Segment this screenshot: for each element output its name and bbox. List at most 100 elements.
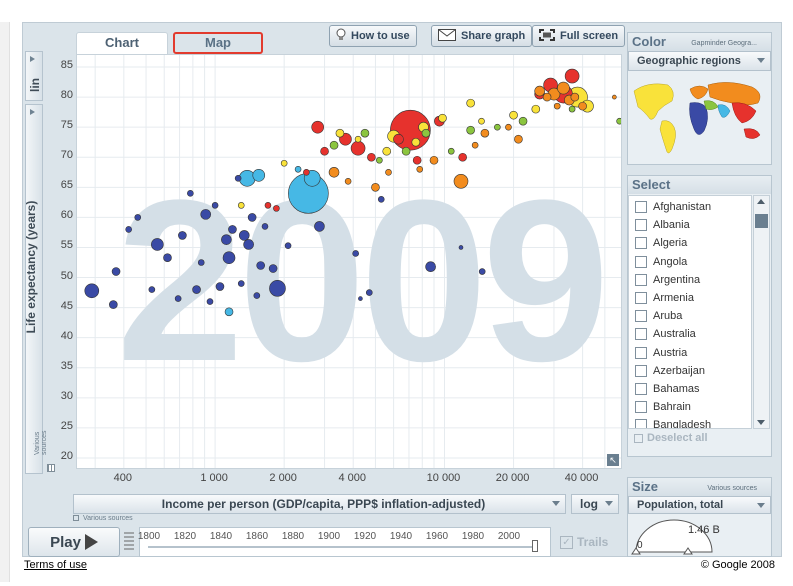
country-bubble[interactable] bbox=[570, 92, 580, 102]
country-bubble[interactable] bbox=[505, 123, 512, 131]
country-list-item[interactable]: Angola bbox=[629, 253, 751, 271]
checkbox-icon[interactable] bbox=[635, 419, 647, 428]
country-bubble[interactable] bbox=[252, 168, 266, 182]
country-list-item[interactable]: Azerbaijan bbox=[629, 362, 751, 380]
country-bubble[interactable] bbox=[280, 159, 288, 167]
country-bubble[interactable] bbox=[174, 295, 182, 302]
country-bubble[interactable] bbox=[438, 113, 447, 123]
country-list-item[interactable]: Albania bbox=[629, 216, 751, 234]
country-bubble[interactable] bbox=[222, 251, 236, 264]
various-sources-y[interactable]: Various sources bbox=[34, 415, 48, 455]
country-bubble[interactable] bbox=[237, 202, 245, 209]
terms-of-use-link[interactable]: Terms of use bbox=[24, 559, 87, 571]
country-bubble[interactable] bbox=[478, 268, 486, 275]
country-bubble[interactable] bbox=[320, 146, 329, 156]
checkbox-icon[interactable] bbox=[635, 382, 647, 395]
country-bubble[interactable] bbox=[247, 213, 257, 222]
country-bubble[interactable] bbox=[256, 261, 265, 270]
country-bubble[interactable] bbox=[534, 85, 545, 97]
country-bubble[interactable] bbox=[200, 209, 212, 220]
country-bubble[interactable] bbox=[354, 135, 362, 143]
country-bubble[interactable] bbox=[385, 168, 392, 176]
country-bubble[interactable] bbox=[612, 94, 617, 100]
country-bubble[interactable] bbox=[178, 231, 187, 240]
country-bubble[interactable] bbox=[416, 165, 424, 173]
year-timeline-slider[interactable]: 1800 1820 1840 1860 1880 1900 1920 1940 1960 1980… bbox=[138, 527, 551, 557]
country-bubble[interactable] bbox=[365, 289, 373, 296]
country-bubble[interactable] bbox=[447, 147, 455, 155]
country-list-item[interactable]: Argentina bbox=[629, 271, 751, 289]
country-bubble[interactable] bbox=[531, 104, 541, 114]
country-list-item[interactable]: Bahamas bbox=[629, 380, 751, 398]
country-bubble[interactable] bbox=[360, 128, 370, 138]
country-bubble[interactable] bbox=[421, 128, 431, 138]
country-bubble[interactable] bbox=[494, 123, 501, 131]
color-indicator-selector[interactable]: Geographic regions bbox=[628, 51, 771, 71]
country-bubble[interactable] bbox=[350, 140, 366, 156]
country-bubble[interactable] bbox=[466, 98, 475, 108]
size-indicator-selector[interactable]: Population, total bbox=[628, 496, 771, 514]
country-bubble[interactable] bbox=[393, 133, 404, 145]
country-bubble[interactable] bbox=[425, 261, 436, 273]
country-bubble[interactable] bbox=[382, 146, 392, 156]
country-bubble[interactable] bbox=[553, 102, 561, 110]
country-bubble[interactable] bbox=[187, 190, 194, 197]
various-sources-x[interactable]: Various sources bbox=[83, 515, 133, 522]
country-bubble[interactable] bbox=[192, 285, 201, 294]
country-list-item[interactable]: Bahrain bbox=[629, 398, 751, 416]
region-world-map[interactable] bbox=[628, 71, 771, 163]
country-bubble[interactable] bbox=[564, 68, 580, 84]
country-bubble[interactable] bbox=[134, 214, 142, 221]
checkbox-icon[interactable] bbox=[635, 328, 647, 341]
country-bubble[interactable] bbox=[221, 234, 232, 245]
country-bubble[interactable] bbox=[125, 226, 132, 233]
country-list-item[interactable]: Austria bbox=[629, 344, 751, 362]
country-bubble[interactable] bbox=[352, 250, 359, 257]
country-bubble[interactable] bbox=[367, 152, 376, 162]
share-graph-button[interactable]: Share graph bbox=[431, 25, 533, 47]
country-bubble[interactable] bbox=[371, 183, 380, 192]
country-bubble[interactable] bbox=[148, 286, 156, 293]
country-bubble[interactable] bbox=[518, 116, 528, 126]
checkbox-icon[interactable] bbox=[635, 219, 647, 232]
trails-toggle[interactable]: ✓ Trails bbox=[560, 527, 620, 557]
country-bubble[interactable] bbox=[211, 202, 219, 209]
country-bubble[interactable] bbox=[84, 283, 100, 299]
country-bubble[interactable] bbox=[401, 146, 411, 156]
country-bubble[interactable] bbox=[458, 152, 467, 162]
y-scale-toggle[interactable]: lin bbox=[25, 51, 43, 101]
checkbox-icon[interactable] bbox=[635, 401, 647, 414]
tab-chart[interactable]: Chart bbox=[76, 32, 168, 54]
country-bubble[interactable] bbox=[273, 205, 280, 212]
country-bubble[interactable] bbox=[269, 280, 286, 297]
country-list-item[interactable]: Aruba bbox=[629, 307, 751, 325]
how-to-use-button[interactable]: How to use bbox=[329, 25, 417, 47]
country-bubble[interactable] bbox=[478, 117, 485, 125]
country-bubble[interactable] bbox=[514, 134, 523, 144]
country-bubble[interactable] bbox=[376, 156, 383, 164]
play-button[interactable]: Play bbox=[28, 527, 120, 557]
country-bubble[interactable] bbox=[206, 298, 214, 305]
country-bubble[interactable] bbox=[109, 300, 118, 309]
country-bubble[interactable] bbox=[234, 174, 242, 182]
country-bubble[interactable] bbox=[151, 238, 164, 251]
checkbox-icon[interactable] bbox=[635, 255, 647, 268]
country-bubble[interactable] bbox=[412, 155, 422, 165]
grid-icon[interactable] bbox=[73, 515, 79, 521]
checkbox-icon[interactable] bbox=[635, 364, 647, 377]
x-indicator-selector[interactable]: Income per person (GDP/capita, PPP$ infl… bbox=[73, 494, 566, 514]
country-bubble[interactable] bbox=[358, 296, 363, 301]
country-bubble[interactable] bbox=[557, 81, 570, 95]
timeline-handle[interactable] bbox=[532, 540, 538, 552]
checkbox-icon[interactable] bbox=[635, 237, 647, 250]
country-bubble[interactable] bbox=[243, 239, 254, 250]
country-bubble[interactable] bbox=[458, 245, 464, 250]
country-bubble[interactable] bbox=[411, 137, 421, 147]
country-bubble[interactable] bbox=[466, 125, 475, 135]
country-bubble[interactable] bbox=[471, 141, 479, 149]
scroll-up-icon[interactable] bbox=[757, 199, 765, 204]
country-bubble[interactable] bbox=[294, 165, 302, 173]
country-bubble[interactable] bbox=[509, 110, 518, 120]
country-bubble[interactable] bbox=[616, 117, 622, 125]
country-bubble[interactable] bbox=[429, 155, 439, 165]
